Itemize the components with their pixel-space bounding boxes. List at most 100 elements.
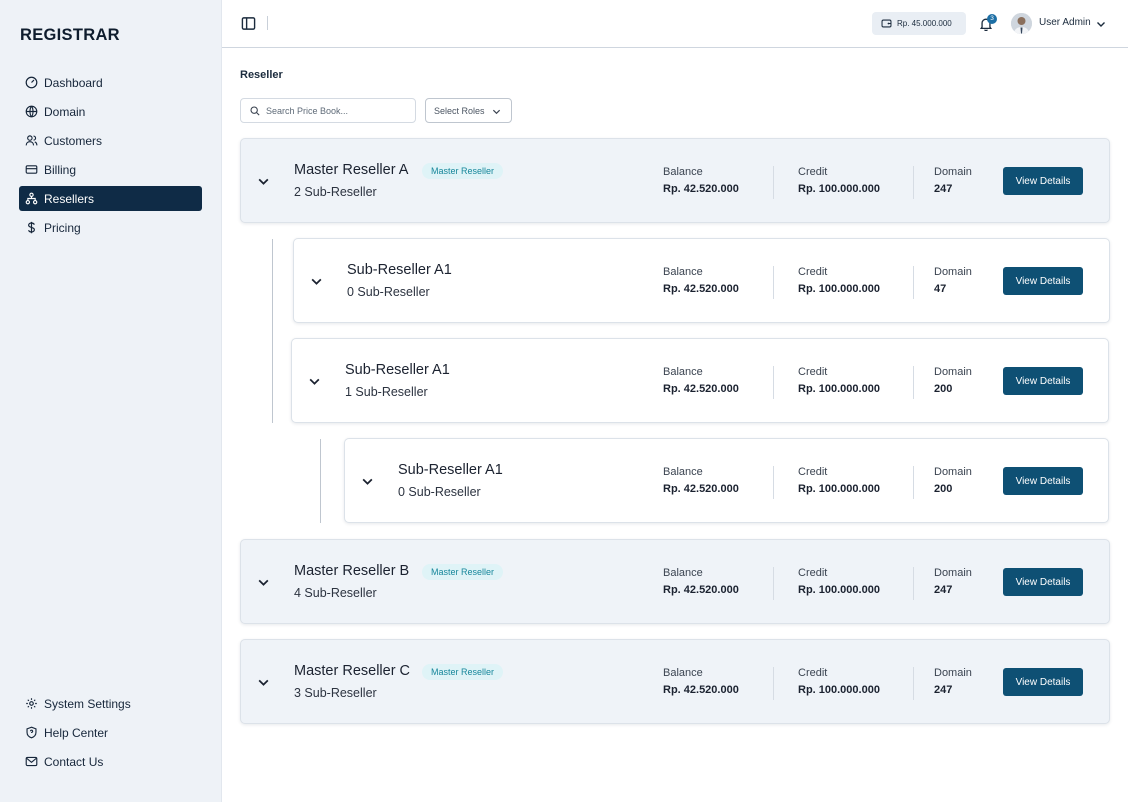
view-details-button[interactable]: View Details [1003, 267, 1083, 295]
users-icon [25, 135, 38, 146]
reseller-name: Master Reseller A [294, 162, 409, 178]
chevron-down-icon[interactable] [1096, 19, 1106, 29]
domain-label: Domain [934, 567, 972, 579]
view-details-button[interactable]: View Details [1003, 167, 1083, 195]
reseller-card: Sub-Reseller A1 1 Sub-Reseller Balance R… [291, 338, 1109, 423]
chevron-down-icon[interactable] [257, 175, 270, 188]
search-box[interactable] [240, 98, 416, 123]
domain-label: Domain [934, 466, 972, 478]
dollar-icon [28, 221, 35, 234]
view-details-button[interactable]: View Details [1003, 568, 1083, 596]
shield-icon [26, 726, 37, 739]
select-roles-dropdown[interactable]: Select Roles [425, 98, 512, 123]
credit-stat: Credit Rp. 100.000.000 [798, 166, 880, 195]
stat-divider [773, 567, 774, 600]
credit-value: Rp. 100.000.000 [798, 684, 880, 696]
sidebar-item-domain[interactable]: Domain [19, 99, 202, 124]
balance-label: Balance [663, 166, 703, 178]
master-reseller-badge: Master Reseller [422, 664, 504, 680]
credit-label: Credit [798, 667, 828, 679]
domain-stat: Domain 247 [934, 667, 972, 696]
view-details-button[interactable]: View Details [1003, 668, 1083, 696]
stat-divider [773, 366, 774, 399]
domain-stat: Domain 200 [934, 366, 972, 395]
reseller-name: Sub-Reseller A1 [398, 462, 503, 478]
view-details-button[interactable]: View Details [1003, 367, 1083, 395]
sidebar-item-pricing[interactable]: Pricing [19, 215, 202, 240]
sidebar-item-customers[interactable]: Customers [19, 128, 202, 153]
stat-divider [773, 266, 774, 299]
master-reseller-badge: Master Reseller [422, 564, 504, 580]
sub-reseller-count: 0 Sub-Reseller [398, 485, 481, 499]
stat-divider [773, 667, 774, 700]
view-details-button[interactable]: View Details [1003, 467, 1083, 495]
credit-stat: Credit Rp. 100.000.000 [798, 266, 880, 295]
tree-connector-line [272, 239, 273, 423]
sidebar-item-contact-us[interactable]: Contact Us [19, 749, 202, 774]
chevron-down-icon[interactable] [257, 676, 270, 689]
sidebar-toggle-icon[interactable] [241, 16, 256, 31]
sidebar-item-resellers[interactable]: Resellers [19, 186, 202, 211]
tree-connector-line [320, 439, 321, 523]
credit-value: Rp. 100.000.000 [798, 483, 880, 495]
stat-divider [913, 667, 914, 700]
credit-value: Rp. 100.000.000 [798, 383, 880, 395]
credit-label: Credit [798, 567, 828, 579]
chevron-down-icon[interactable] [310, 275, 323, 288]
topbar: Rp. 45.000.000 3 User Admin [222, 0, 1128, 48]
chevron-down-icon[interactable] [308, 375, 321, 388]
chevron-down-icon[interactable] [257, 576, 270, 589]
sidebar-item-label: Domain [44, 104, 86, 119]
globe-icon [25, 105, 38, 118]
balance-stat: Balance Rp. 42.520.000 [663, 466, 739, 495]
balance-value: Rp. 42.520.000 [663, 183, 739, 195]
domain-stat: Domain 47 [934, 266, 972, 295]
stat-divider [913, 567, 914, 600]
balance-label: Balance [663, 667, 703, 679]
chevron-down-icon[interactable] [361, 475, 374, 488]
notification-badge: 3 [987, 14, 997, 24]
reseller-card: Sub-Reseller A1 0 Sub-Reseller Balance R… [344, 438, 1109, 523]
avatar[interactable] [1011, 13, 1032, 34]
sidebar-item-system-settings[interactable]: System Settings [19, 691, 202, 716]
sidebar-item-label: Pricing [44, 220, 81, 235]
sub-reseller-count: 4 Sub-Reseller [294, 586, 377, 600]
balance-label: Balance [663, 567, 703, 579]
stat-divider [913, 166, 914, 199]
sidebar-item-dashboard[interactable]: Dashboard [19, 70, 202, 95]
domain-stat: Domain 247 [934, 567, 972, 596]
reseller-name: Master Reseller B [294, 563, 410, 579]
card-icon [25, 165, 38, 174]
credit-value: Rp. 100.000.000 [798, 183, 880, 195]
sub-reseller-count: 1 Sub-Reseller [345, 385, 428, 399]
domain-value: 200 [934, 483, 953, 495]
credit-value: Rp. 100.000.000 [798, 283, 880, 295]
search-input[interactable] [266, 105, 406, 116]
balance-stat: Balance Rp. 42.520.000 [663, 266, 739, 295]
gear-icon [26, 698, 37, 709]
reseller-name: Sub-Reseller A1 [347, 262, 452, 278]
wallet-balance[interactable]: Rp. 45.000.000 [872, 12, 966, 35]
balance-value: Rp. 42.520.000 [663, 684, 739, 696]
credit-stat: Credit Rp. 100.000.000 [798, 667, 880, 696]
balance-stat: Balance Rp. 42.520.000 [663, 366, 739, 395]
sidebar-item-label: Customers [44, 133, 103, 148]
balance-value: Rp. 42.520.000 [663, 283, 739, 295]
stat-divider [913, 266, 914, 299]
balance-stat: Balance Rp. 42.520.000 [663, 667, 739, 696]
credit-stat: Credit Rp. 100.000.000 [798, 466, 880, 495]
dashboard-icon [25, 76, 38, 89]
domain-value: 247 [934, 584, 953, 596]
balance-label: Balance [663, 466, 703, 478]
domain-value: 247 [934, 684, 953, 696]
stat-divider [913, 366, 914, 399]
sidebar-item-billing[interactable]: Billing [19, 157, 202, 182]
credit-stat: Credit Rp. 100.000.000 [798, 567, 880, 596]
wallet-balance-value: Rp. 45.000.000 [897, 19, 952, 28]
reseller-card: Sub-Reseller A1 0 Sub-Reseller Balance R… [293, 238, 1110, 323]
sidebar-item-label: Billing [44, 162, 77, 177]
sidebar-item-help-center[interactable]: Help Center [19, 720, 202, 745]
balance-value: Rp. 42.520.000 [663, 383, 739, 395]
credit-label: Credit [798, 466, 828, 478]
user-name[interactable]: User Admin [1039, 17, 1091, 28]
